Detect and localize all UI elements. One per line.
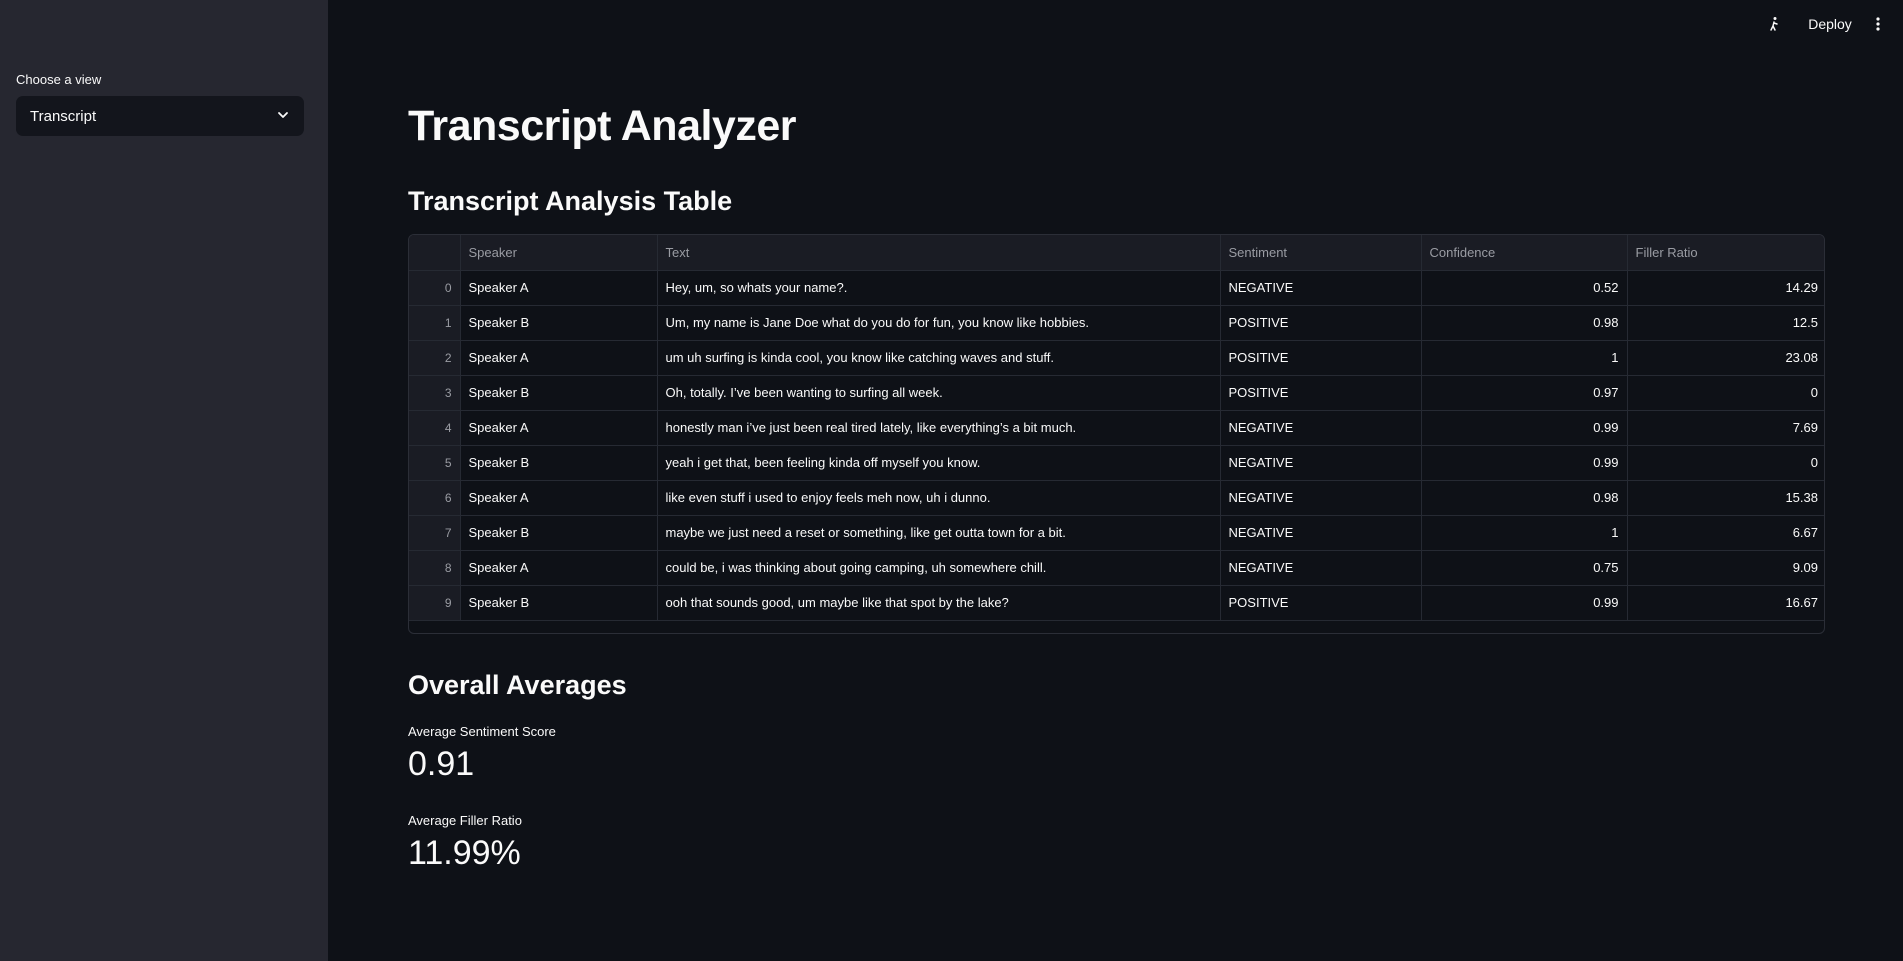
- confidence-cell[interactable]: 0.99: [1421, 445, 1628, 481]
- filler-ratio-cell[interactable]: 7.69: [1627, 410, 1824, 446]
- kebab-icon: [1876, 17, 1880, 31]
- metric-value-filler: 11.99%: [408, 834, 521, 872]
- table-row[interactable]: 2 Speaker Aum uh surfing is kinda cool, y…: [409, 340, 1824, 376]
- speaker-cell[interactable]: Speaker B: [460, 445, 658, 481]
- table-row[interactable]: 1 Speaker B Um, my name is Jane Doe what d…: [409, 305, 1824, 341]
- text-cell[interactable]: like even stuff i used to enjoy feels me…: [657, 480, 1221, 516]
- metric-value-sentiment: 0.91: [408, 745, 475, 783]
- row-index-cell[interactable]: 3: [409, 375, 461, 411]
- column-header-index[interactable]: [409, 235, 461, 271]
- row-index-cell[interactable]: 2: [409, 340, 461, 376]
- main-menu-icon[interactable]: [1868, 12, 1888, 36]
- filler-ratio-cell[interactable]: 15.38: [1627, 480, 1824, 516]
- confidence-cell[interactable]: 0.98: [1421, 305, 1628, 341]
- filler-ratio-cell[interactable]: 23.08: [1627, 340, 1824, 376]
- speaker-cell[interactable]: Speaker B: [460, 375, 658, 411]
- view-select-value: Transcript: [30, 107, 97, 125]
- column-header-text[interactable]: Text: [657, 235, 1221, 271]
- filler-ratio-cell[interactable]: 0: [1627, 375, 1824, 411]
- confidence-cell[interactable]: 1: [1421, 340, 1628, 376]
- confidence-cell[interactable]: 0.99: [1421, 585, 1628, 621]
- metric-label-sentiment: Average Sentiment Score: [408, 724, 556, 739]
- text-cell[interactable]: Um, my name is Jane Doe what do you do f…: [657, 305, 1221, 341]
- sentiment-cell[interactable]: NEGATIVE: [1220, 445, 1422, 481]
- main-area: Deploy Transcript Analyzer Transcript An…: [328, 0, 1903, 961]
- row-index-cell[interactable]: 4: [409, 410, 461, 446]
- filler-ratio-cell[interactable]: 16.67: [1627, 585, 1824, 621]
- sentiment-cell[interactable]: NEGATIVE: [1220, 515, 1422, 551]
- row-index-cell[interactable]: 1: [409, 305, 461, 341]
- row-index-cell[interactable]: 5: [409, 445, 461, 481]
- text-cell[interactable]: maybe we just need a reset or something,…: [657, 515, 1221, 551]
- table-row[interactable]: 9 Speaker Booh that sounds good, um maybe…: [409, 585, 1824, 621]
- speaker-cell[interactable]: Speaker A: [460, 410, 658, 446]
- column-header-sentiment[interactable]: Sentiment: [1220, 235, 1422, 271]
- text-cell[interactable]: um uh surfing is kinda cool, you know li…: [657, 340, 1221, 376]
- confidence-cell[interactable]: 0.98: [1421, 480, 1628, 516]
- sidebar: Choose a view Transcript: [0, 0, 328, 961]
- row-index-cell[interactable]: 8: [409, 550, 461, 586]
- sentiment-cell[interactable]: NEGATIVE: [1220, 550, 1422, 586]
- running-man-icon[interactable]: [1764, 12, 1784, 36]
- page-title: Transcript Analyzer: [408, 102, 797, 150]
- confidence-cell[interactable]: 1: [1421, 515, 1628, 551]
- column-header-speaker[interactable]: Speaker: [460, 235, 658, 271]
- row-index-cell[interactable]: 7: [409, 515, 461, 551]
- speaker-cell[interactable]: Speaker B: [460, 515, 658, 551]
- table-row[interactable]: 0 Speaker A Hey, um, so whats your name?. N…: [409, 270, 1824, 306]
- averages-heading: Overall Averages: [408, 670, 627, 700]
- filler-ratio-cell[interactable]: 0: [1627, 445, 1824, 481]
- table-heading: Transcript Analysis Table: [408, 186, 733, 216]
- text-cell[interactable]: honestly man i’ve just been real tired l…: [657, 410, 1221, 446]
- filler-ratio-cell[interactable]: 6.67: [1627, 515, 1824, 551]
- row-index-cell[interactable]: 0: [409, 270, 461, 306]
- table-row[interactable]: 5 Speaker Byeah i get that, been feeling …: [409, 445, 1824, 481]
- row-index-cell[interactable]: 9: [409, 585, 461, 621]
- speaker-cell[interactable]: Speaker A: [460, 550, 658, 586]
- row-index-cell[interactable]: 6: [409, 480, 461, 516]
- table-row[interactable]: 8 Speaker Acould be, i was thinking about…: [409, 550, 1824, 586]
- metric-label-filler: Average Filler Ratio: [408, 813, 522, 828]
- sentiment-cell[interactable]: POSITIVE: [1220, 375, 1422, 411]
- confidence-cell[interactable]: 0.97: [1421, 375, 1628, 411]
- speaker-cell[interactable]: Speaker A: [460, 480, 658, 516]
- chevron-down-icon: [278, 112, 288, 118]
- speaker-cell[interactable]: Speaker A: [460, 270, 658, 306]
- view-select-label: Choose a view: [16, 72, 102, 87]
- filler-ratio-cell[interactable]: 9.09: [1627, 550, 1824, 586]
- filler-ratio-cell[interactable]: 12.5: [1627, 305, 1824, 341]
- table-row[interactable]: 4 Speaker Ahonestly man i’ve just been re…: [409, 410, 1824, 446]
- table-row[interactable]: 3 Speaker B Oh, totally. I’ve been wanting…: [409, 375, 1824, 411]
- filler-ratio-cell[interactable]: 14.29: [1627, 270, 1824, 306]
- confidence-cell[interactable]: 0.52: [1421, 270, 1628, 306]
- status-icon: [1770, 17, 1778, 31]
- column-header-confidence[interactable]: Confidence: [1421, 235, 1628, 271]
- deploy-button[interactable]: Deploy: [1800, 12, 1860, 36]
- text-cell[interactable]: yeah i get that, been feeling kinda off …: [657, 445, 1221, 481]
- text-cell[interactable]: ooh that sounds good, um maybe like that…: [657, 585, 1221, 621]
- confidence-cell[interactable]: 0.99: [1421, 410, 1628, 446]
- speaker-cell[interactable]: Speaker B: [460, 585, 658, 621]
- transcript-table[interactable]: Speaker Text Sentiment Confidence Filler…: [408, 234, 1825, 634]
- sentiment-cell[interactable]: NEGATIVE: [1220, 270, 1422, 306]
- table-row[interactable]: 7 Speaker Bmaybe we just need a reset or …: [409, 515, 1824, 551]
- sentiment-cell[interactable]: POSITIVE: [1220, 585, 1422, 621]
- table-row[interactable]: 6 Speaker Alike even stuff i used to enjo…: [409, 480, 1824, 516]
- view-select[interactable]: Transcript: [16, 96, 304, 136]
- text-cell[interactable]: Hey, um, so whats your name?.: [657, 270, 1221, 306]
- sentiment-cell[interactable]: POSITIVE: [1220, 305, 1422, 341]
- column-header-filler-ratio[interactable]: Filler Ratio: [1627, 235, 1824, 271]
- text-cell[interactable]: Oh, totally. I’ve been wanting to surfin…: [657, 375, 1221, 411]
- speaker-cell[interactable]: Speaker B: [460, 305, 658, 341]
- confidence-cell[interactable]: 0.75: [1421, 550, 1628, 586]
- table-header-row: Speaker Text Sentiment Confidence Filler…: [409, 235, 1824, 271]
- sentiment-cell[interactable]: NEGATIVE: [1220, 410, 1422, 446]
- speaker-cell[interactable]: Speaker A: [460, 340, 658, 376]
- text-cell[interactable]: could be, i was thinking about going cam…: [657, 550, 1221, 586]
- sentiment-cell[interactable]: NEGATIVE: [1220, 480, 1422, 516]
- sentiment-cell[interactable]: POSITIVE: [1220, 340, 1422, 376]
